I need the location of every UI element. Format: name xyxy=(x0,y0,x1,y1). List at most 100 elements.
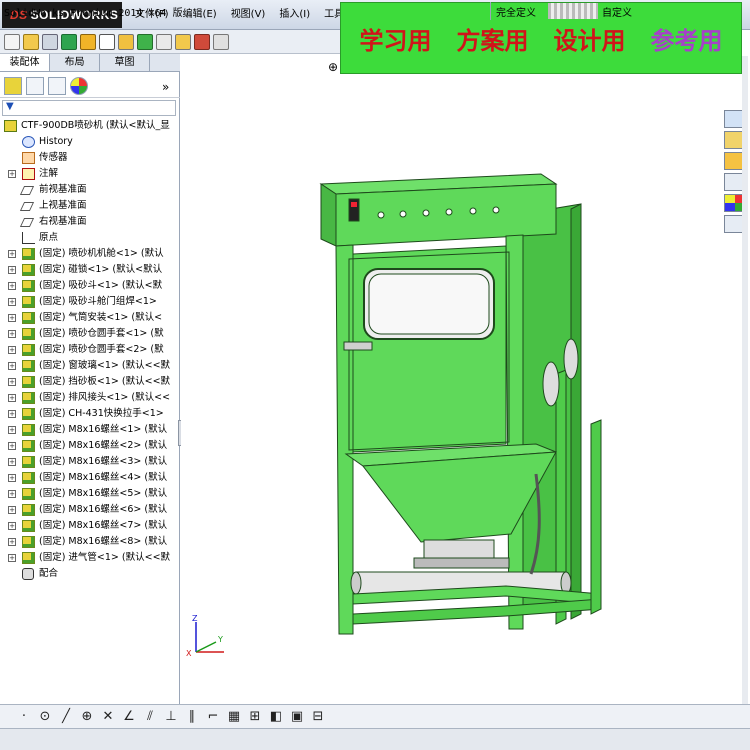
tree-item[interactable]: + (固定) 碰锁<1> (默认<默认 xyxy=(0,262,178,278)
part-icon xyxy=(22,264,35,276)
expand-toggle-icon[interactable]: + xyxy=(8,362,16,370)
expand-toggle-icon[interactable]: + xyxy=(8,522,16,530)
view-orientation-icon[interactable] xyxy=(99,33,115,50)
expand-toggle-icon[interactable]: + xyxy=(8,490,16,498)
tree-item[interactable]: History xyxy=(0,134,178,150)
tree-item[interactable]: + (固定) M8x16螺丝<1> (默认 xyxy=(0,422,178,438)
expand-toggle-icon[interactable]: + xyxy=(8,170,16,178)
part-icon xyxy=(22,248,35,260)
expand-toggle-icon[interactable]: + xyxy=(8,410,16,418)
tree-item[interactable]: + (固定) 吸砂斗舱门组焊<1> xyxy=(0,294,178,310)
configuration-manager-icon[interactable] xyxy=(48,76,66,95)
point-icon[interactable]: · xyxy=(16,709,32,724)
tree-item[interactable]: + (固定) M8x16螺丝<2> (默认 xyxy=(0,438,178,454)
circle-point-icon[interactable]: ⊙ xyxy=(37,709,53,724)
mate-icon[interactable] xyxy=(175,33,191,50)
assembly-icon[interactable] xyxy=(137,33,153,50)
tree-item[interactable]: + 注解 xyxy=(0,166,178,182)
part-icon xyxy=(22,504,35,516)
grid-icon[interactable]: ▦ xyxy=(226,709,242,724)
tree-item-label: (固定) 排风接头<1> (默认<< xyxy=(39,392,171,403)
tab-sketch[interactable]: 草图 xyxy=(100,54,150,71)
expand-toggle-icon[interactable]: + xyxy=(8,378,16,386)
expand-toggle-icon[interactable]: + xyxy=(8,538,16,546)
target-icon[interactable]: ⊕ xyxy=(79,709,95,724)
tree-item[interactable]: 前视基准面 xyxy=(0,182,178,198)
menu-insert[interactable]: 插入(I) xyxy=(272,0,317,30)
corner-icon[interactable]: ⌐ xyxy=(205,709,221,724)
expand-toggle-icon[interactable]: + xyxy=(8,330,16,338)
relation-icon[interactable]: ⊥ xyxy=(163,709,179,724)
paperclip-icon[interactable] xyxy=(42,33,58,50)
expand-toggle-icon[interactable]: + xyxy=(8,426,16,434)
expand-toggle-icon[interactable]: + xyxy=(8,314,16,322)
tree-item[interactable]: + (固定) 排风接头<1> (默认<< xyxy=(0,390,178,406)
tree-item[interactable]: + (固定) M8x16螺丝<8> (默认 xyxy=(0,534,178,550)
tree-item[interactable]: + (固定) 喷砂机机舱<1> (默认 xyxy=(0,246,178,262)
tree-item[interactable]: 右视基准面 xyxy=(0,214,178,230)
expand-toggle-icon[interactable]: + xyxy=(8,506,16,514)
tree-item[interactable]: + (固定) 喷砂仓圆手套<2> (默 xyxy=(0,342,178,358)
tree-item[interactable]: + (固定) CH-431快换拉手<1> xyxy=(0,406,178,422)
tree-item[interactable]: + (固定) 挡砂板<1> (默认<<默 xyxy=(0,374,178,390)
tree-item[interactable]: + (固定) M8x16螺丝<3> (默认 xyxy=(0,454,178,470)
tree-item[interactable]: + (固定) 窗玻璃<1> (默认<<默 xyxy=(0,358,178,374)
tree-item-label: (固定) M8x16螺丝<4> (默认 xyxy=(39,472,168,483)
new-document-icon[interactable] xyxy=(4,33,20,50)
tree-item[interactable]: + (固定) M8x16螺丝<4> (默认 xyxy=(0,470,178,486)
expand-arrows-icon[interactable]: » xyxy=(162,80,169,94)
feature-manager-icon[interactable] xyxy=(4,76,22,95)
menu-view[interactable]: 视图(V) xyxy=(224,0,273,30)
tree-item-label: (固定) 窗玻璃<1> (默认<<默 xyxy=(39,360,171,371)
expand-toggle-icon[interactable]: + xyxy=(8,554,16,562)
tree-item[interactable]: + (固定) M8x16螺丝<7> (默认 xyxy=(0,518,178,534)
line-icon[interactable]: ╱ xyxy=(58,709,74,724)
parallel-icon[interactable]: ∥ xyxy=(184,709,200,724)
table-icon[interactable]: ⊞ xyxy=(247,709,263,724)
window-icon[interactable]: ⊟ xyxy=(310,709,326,724)
tree-root[interactable]: CTF-900DB喷砂机 (默认<默认_显 xyxy=(0,118,178,134)
box-icon[interactable]: ▣ xyxy=(289,709,305,724)
expand-toggle-icon[interactable]: + xyxy=(8,346,16,354)
section-icon[interactable] xyxy=(194,33,210,50)
tree-item[interactable]: + (固定) 进气管<1> (默认<<默 xyxy=(0,550,178,566)
tree-item[interactable]: 传感器 xyxy=(0,150,178,166)
property-manager-icon[interactable] xyxy=(26,76,44,95)
cube-icon[interactable]: ◧ xyxy=(268,709,284,724)
tree-item[interactable]: + (固定) 吸砂斗<1> (默认<默 xyxy=(0,278,178,294)
angle-icon[interactable]: ∠ xyxy=(121,709,137,724)
rebuild-icon[interactable] xyxy=(61,33,77,50)
tree-item[interactable]: + (固定) M8x16螺丝<6> (默认 xyxy=(0,502,178,518)
tree-item[interactable]: 上视基准面 xyxy=(0,198,178,214)
tree-filter-input[interactable] xyxy=(2,100,176,116)
expand-toggle-icon[interactable]: + xyxy=(8,298,16,306)
options-icon[interactable] xyxy=(80,33,96,50)
tree-item[interactable]: + (固定) M8x16螺丝<5> (默认 xyxy=(0,486,178,502)
expand-toggle-icon[interactable]: + xyxy=(8,250,16,258)
expand-toggle-icon[interactable]: + xyxy=(8,282,16,290)
mirror-icon[interactable]: ⫽ xyxy=(142,709,158,724)
trim-icon[interactable]: ✕ xyxy=(100,709,116,724)
expand-toggle-icon[interactable]: + xyxy=(8,266,16,274)
filter-icon[interactable]: ▼ xyxy=(6,101,14,112)
part-icon xyxy=(22,440,35,452)
expand-toggle-icon[interactable]: + xyxy=(8,394,16,402)
tree-item[interactable]: + (固定) 气筒安装<1> (默认< xyxy=(0,310,178,326)
task-pane-scrollbar[interactable] xyxy=(742,56,748,706)
display-manager-icon[interactable] xyxy=(70,76,88,95)
sketch-icon[interactable] xyxy=(156,33,172,50)
zoom-to-fit-icon[interactable]: ⊕ xyxy=(328,60,338,74)
tab-assembly[interactable]: 装配体 xyxy=(0,54,50,71)
tree-item[interactable]: + (固定) 喷砂仓圆手套<1> (默 xyxy=(0,326,178,342)
tree-item[interactable]: 配合 xyxy=(0,566,178,582)
tree-item[interactable]: 原点 xyxy=(0,230,178,246)
expand-toggle-icon[interactable]: + xyxy=(8,442,16,450)
expand-toggle-icon[interactable]: + xyxy=(8,458,16,466)
component-icon[interactable] xyxy=(118,33,134,50)
expand-toggle-icon[interactable]: + xyxy=(8,474,16,482)
open-folder-icon[interactable] xyxy=(23,33,39,50)
measure-icon[interactable] xyxy=(213,33,229,50)
graphics-viewport[interactable] xyxy=(181,74,724,704)
tab-layout[interactable]: 布局 xyxy=(50,54,100,71)
status-units[interactable]: 自定义 xyxy=(602,4,632,19)
